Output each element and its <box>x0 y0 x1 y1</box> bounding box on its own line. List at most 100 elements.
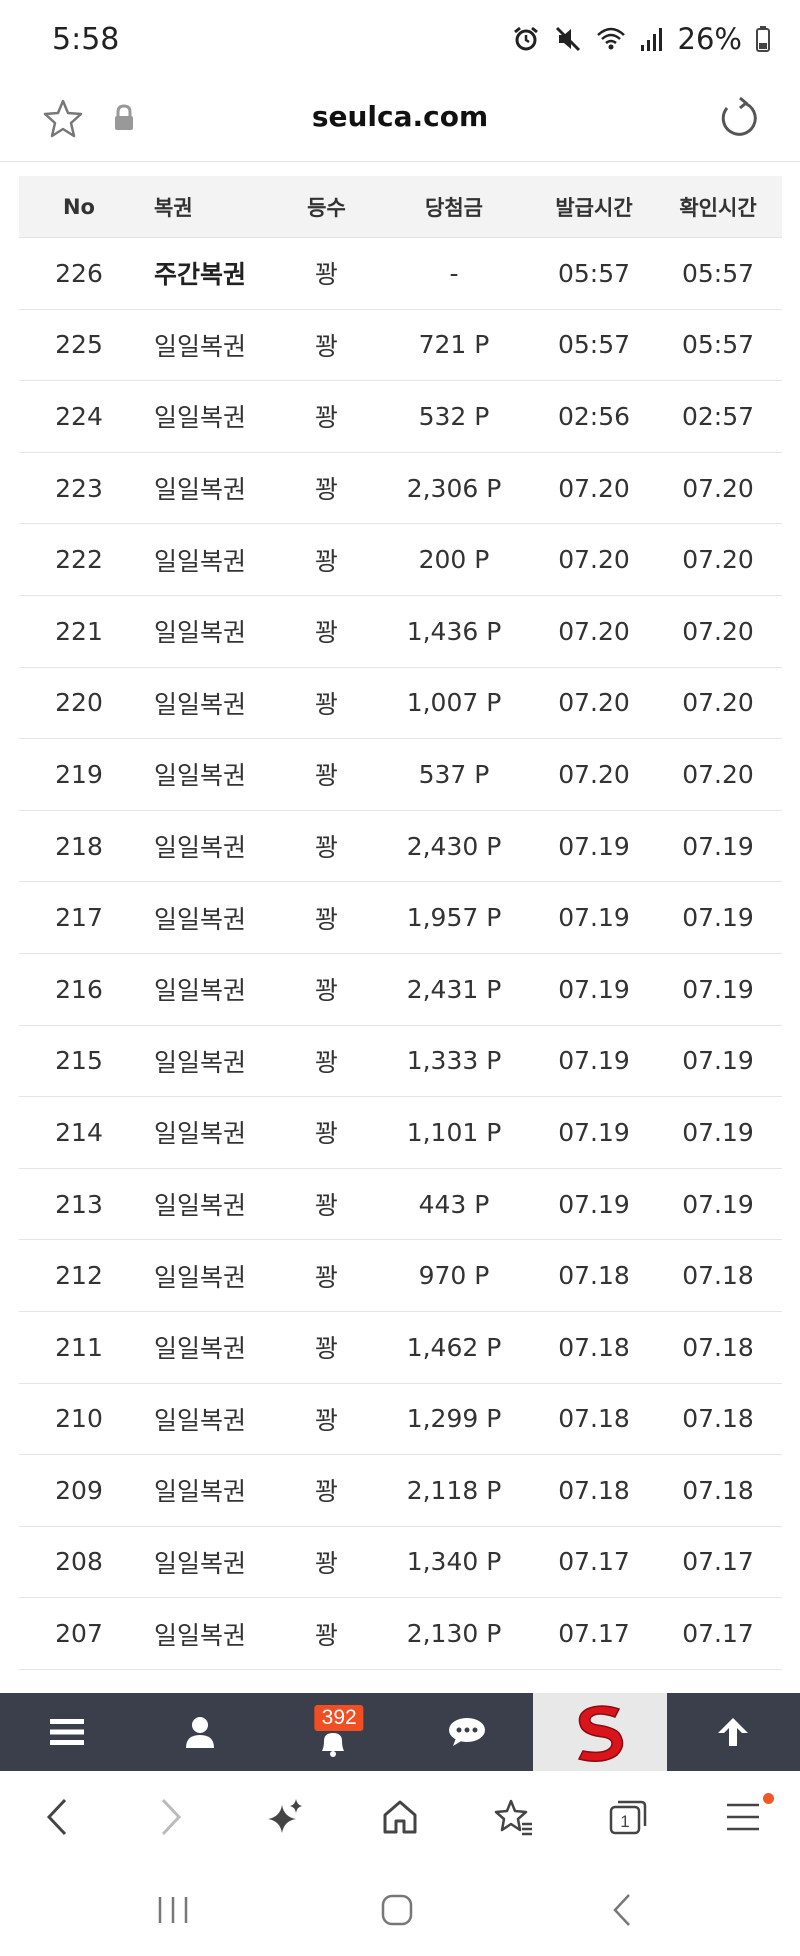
row-rank: 꽝 <box>314 1262 338 1292</box>
system-back-icon <box>613 1894 630 1926</box>
row-rank: 꽝 <box>314 1119 338 1149</box>
row-prize: 2,306 P <box>406 473 502 503</box>
nav-menu-button[interactable] <box>0 1693 133 1771</box>
row-lottery-name: 일일복권 <box>154 761 247 791</box>
row-issue-time: 07.18 <box>558 1261 630 1291</box>
site-logo-button[interactable] <box>533 1693 667 1771</box>
row-no: 222 <box>55 545 103 575</box>
row-check-time: 07.18 <box>682 1475 754 1505</box>
row-rank: 꽝 <box>314 976 338 1006</box>
nav-scroll-top-button[interactable] <box>667 1693 800 1771</box>
system-back-button[interactable] <box>592 1885 652 1935</box>
table-row: 216 일일복권 꽝 2,431 P 07.19 07.19 <box>19 954 782 1026</box>
row-lottery-name: 일일복권 <box>154 1262 247 1292</box>
alarm-icon <box>513 26 538 51</box>
row-lottery-name: 일일복권 <box>154 1047 247 1077</box>
row-rank: 꽝 <box>314 1620 338 1650</box>
row-lottery-name: 일일복권 <box>154 833 247 863</box>
nav-notification-button[interactable]: 392 <box>267 1693 400 1771</box>
browser-home-button[interactable] <box>343 1771 457 1863</box>
row-lottery-name: 일일복권 <box>154 546 247 576</box>
hamburger-menu-icon <box>726 1803 759 1831</box>
row-no: 216 <box>55 974 103 1004</box>
row-lottery-name: 일일복권 <box>154 1191 247 1221</box>
table-row: 214 일일복권 꽝 1,101 P 07.19 07.19 <box>19 1097 782 1169</box>
browser-bookmarks-button[interactable] <box>457 1771 571 1863</box>
row-no: 219 <box>55 759 103 789</box>
system-home-button[interactable] <box>367 1885 427 1935</box>
url-bar[interactable]: seulca.com <box>0 100 800 133</box>
reload-button[interactable] <box>714 94 762 142</box>
row-prize: 2,130 P <box>406 1619 502 1649</box>
battery-icon <box>756 26 770 52</box>
nav-chat-button[interactable] <box>400 1693 533 1771</box>
system-recents-button[interactable] <box>143 1885 203 1935</box>
row-rank: 꽝 <box>314 1191 338 1221</box>
browser-menu-button[interactable] <box>686 1771 800 1863</box>
row-check-time: 07.19 <box>682 1117 754 1147</box>
lottery-table: No 복권 등수 당첨금 발급시간 확인시간 226 주간복권 꽝 -05:57 05:… <box>19 176 782 1670</box>
row-prize: 1,007 P <box>406 688 502 718</box>
nav-user-button[interactable] <box>133 1693 266 1771</box>
row-check-time: 07.18 <box>682 1261 754 1291</box>
chat-icon <box>448 1718 485 1746</box>
header-check-time: 확인시간 <box>679 195 757 220</box>
status-icons: 26% <box>512 22 770 56</box>
row-check-time: 07.19 <box>682 1046 754 1076</box>
row-prize: 721 P <box>418 330 490 360</box>
row-rank: 꽝 <box>314 689 338 719</box>
row-rank: 꽝 <box>314 1334 338 1364</box>
table-row: 211 일일복권 꽝 1,462 P 07.18 07.18 <box>19 1312 782 1384</box>
row-issue-time: 07.20 <box>558 688 630 718</box>
row-prize: 1,462 P <box>406 1332 502 1362</box>
row-check-time: 07.17 <box>682 1547 754 1577</box>
row-issue-time: 07.20 <box>558 473 630 503</box>
mute-icon <box>555 26 580 52</box>
row-check-time: 07.19 <box>682 903 754 933</box>
row-issue-time: 07.19 <box>558 974 630 1004</box>
row-rank: 꽝 <box>314 833 338 863</box>
recents-icon <box>158 1897 188 1923</box>
bookmarks-icon <box>494 1799 533 1836</box>
row-prize: 200 P <box>418 545 490 575</box>
row-lottery-name: 주간복권 <box>154 260 247 290</box>
row-check-time: 07.20 <box>682 759 754 789</box>
row-lottery-name: 일일복권 <box>154 1119 247 1149</box>
header-rank: 등수 <box>307 195 346 220</box>
row-rank: 꽝 <box>314 1548 338 1578</box>
row-issue-time: 05:57 <box>557 330 631 360</box>
row-no: 215 <box>55 1046 103 1076</box>
row-rank: 꽝 <box>314 403 338 433</box>
table-row: 208 일일복권 꽝 1,340 P 07.17 07.17 <box>19 1527 782 1599</box>
row-lottery-name: 일일복권 <box>154 1405 247 1435</box>
browser-tabs-button[interactable]: 1 <box>571 1771 685 1863</box>
row-prize: 970 P <box>418 1261 490 1291</box>
system-home-icon <box>381 1894 413 1926</box>
status-bar: 5:58 26% <box>0 0 800 80</box>
row-issue-time: 07.20 <box>558 616 630 646</box>
table-row: 217 일일복권 꽝 1,957 P 07.19 07.19 <box>19 882 782 954</box>
row-lottery-name: 일일복권 <box>154 976 247 1006</box>
row-issue-time: 07.17 <box>558 1547 630 1577</box>
menu-icon <box>49 1719 84 1745</box>
row-check-time: 07.19 <box>682 974 754 1004</box>
row-no: 224 <box>55 401 103 431</box>
row-check-time: 02:57 <box>681 401 755 431</box>
row-rank: 꽝 <box>314 761 338 791</box>
row-no: 226 <box>55 258 103 288</box>
browser-back-button[interactable] <box>0 1771 114 1863</box>
row-check-time: 07.19 <box>682 831 754 861</box>
row-no: 210 <box>55 1404 103 1434</box>
row-no: 209 <box>55 1475 103 1505</box>
row-no: 220 <box>55 688 103 718</box>
table-row: 212 일일복권 꽝 970 P 07.18 07.18 <box>19 1240 782 1312</box>
row-check-time: 07.18 <box>682 1332 754 1362</box>
row-lottery-name: 일일복권 <box>154 1620 247 1650</box>
row-issue-time: 07.20 <box>558 545 630 575</box>
browser-forward-button[interactable] <box>114 1771 228 1863</box>
browser-ai-button[interactable] <box>229 1771 343 1863</box>
arrow-up-icon <box>718 1718 749 1746</box>
row-check-time: 07.17 <box>682 1619 754 1649</box>
row-no: 213 <box>55 1189 103 1219</box>
row-check-time: 05:57 <box>681 258 755 288</box>
